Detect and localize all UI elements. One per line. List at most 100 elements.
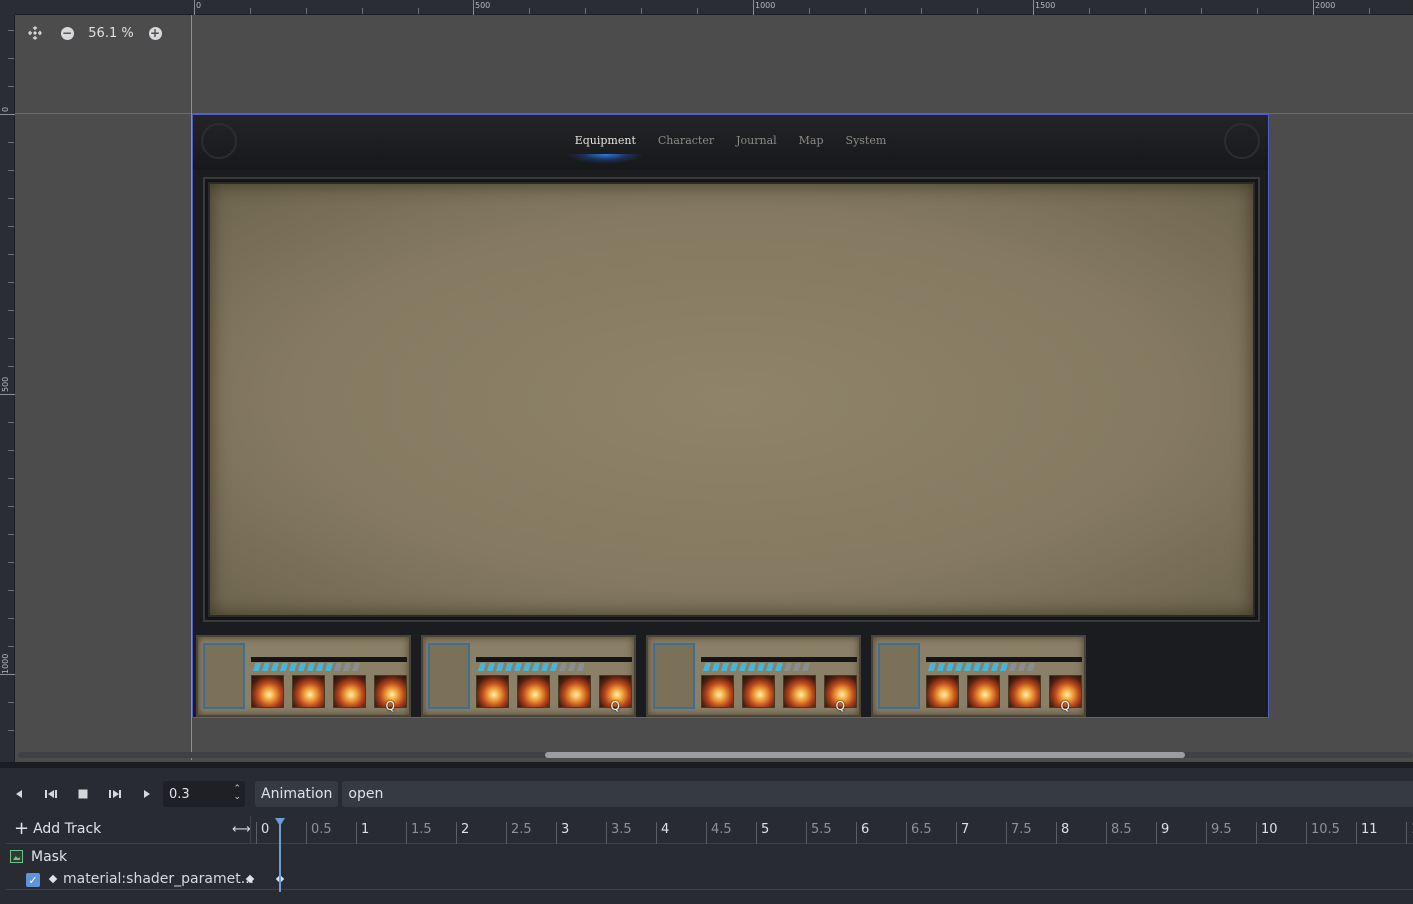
fireball-skill-icon[interactable] <box>926 675 959 708</box>
add-track-button[interactable]: + Add Track <box>14 818 102 839</box>
game-scene-preview[interactable]: Equipment Character Journal Map System Q… <box>192 114 1269 718</box>
ruler-tick <box>0 114 15 115</box>
fireball-skill-icon[interactable] <box>558 675 591 708</box>
party-card[interactable]: Q <box>421 635 636 717</box>
timeline-tick: 9 <box>1156 822 1169 844</box>
timeline-tick: 9.5 <box>1206 822 1232 844</box>
health-bar <box>926 657 1082 662</box>
time-spinbox[interactable]: 0.3 ⌃ ⌄ <box>163 781 245 807</box>
tab-character[interactable]: Character <box>658 134 714 147</box>
hotkey-label: Q <box>610 699 620 713</box>
timeline-tick: 1 <box>1406 822 1413 844</box>
ruler-tick <box>0 394 15 395</box>
portrait-slot[interactable] <box>653 643 695 709</box>
center-view-icon[interactable] <box>26 24 44 42</box>
animation-menu-button[interactable]: Animation <box>255 781 339 807</box>
play-from-start-button[interactable] <box>99 778 131 810</box>
portrait-slot[interactable] <box>203 643 245 709</box>
ruler-left[interactable]: 0 500 1000 <box>0 0 15 762</box>
tab-equipment[interactable]: Equipment <box>566 134 645 164</box>
play-backwards-button[interactable] <box>3 778 35 810</box>
playhead[interactable] <box>279 818 281 892</box>
play-backwards-from-end-icon <box>45 790 57 798</box>
play-from-start-icon <box>109 790 121 798</box>
expand-width-icon[interactable]: ⟷ <box>232 822 251 837</box>
portrait-slot[interactable] <box>878 643 920 709</box>
timeline-tick: 3 <box>556 822 569 844</box>
timeline-tick: 10.5 <box>1306 822 1340 844</box>
fireball-skill-icon[interactable] <box>517 675 550 708</box>
timeline-tick: 3.5 <box>606 822 632 844</box>
plus-icon: + <box>14 818 30 839</box>
canvas-viewport[interactable]: 0 500 1000 1500 2000 0 500 1000 − 56.1 %… <box>0 0 1413 762</box>
ruler-label: 500 <box>475 1 491 10</box>
play-backwards-from-end-button[interactable] <box>35 778 67 810</box>
tab-system[interactable]: System <box>846 134 887 147</box>
stop-button[interactable] <box>67 778 99 810</box>
fireball-skill-icon[interactable] <box>476 675 509 708</box>
party-card[interactable]: Q <box>871 635 1086 717</box>
ruler-tick <box>1313 0 1314 15</box>
portrait-slot[interactable] <box>428 643 470 709</box>
timeline-ruler[interactable]: 0 0.5 1 1.5 2 2.5 3 3.5 4 4.5 5 5.5 6 6.5 7 7.5 8 8.5 9 9.5… <box>250 816 1413 844</box>
resource-pips <box>703 663 810 671</box>
play-button[interactable] <box>131 778 163 810</box>
timeline-tick: 4.5 <box>706 822 732 844</box>
timeline-tick: 8.5 <box>1106 822 1132 844</box>
texture-rect-node-icon <box>10 850 23 863</box>
hotkey-label: Q <box>1060 699 1070 713</box>
ruler-top[interactable]: 0 500 1000 1500 2000 <box>0 0 1413 15</box>
spin-arrows-icon[interactable]: ⌃ ⌄ <box>233 785 241 802</box>
party-card[interactable]: Q <box>196 635 411 717</box>
hotkey-label: Q <box>385 699 395 713</box>
scrollbar-thumb[interactable] <box>545 752 1185 758</box>
timeline-tick: 6 <box>856 822 869 844</box>
tab-map[interactable]: Map <box>799 134 824 147</box>
fireball-skill-icon[interactable] <box>251 675 284 708</box>
ruler-label: 0 <box>196 1 202 10</box>
timeline-tick: 5.5 <box>806 822 832 844</box>
track-enabled-checkbox[interactable]: ✓ <box>26 873 40 887</box>
timeline-tick: 8 <box>1056 822 1069 844</box>
skill-slots <box>926 675 1082 708</box>
property-track-icon <box>48 874 58 884</box>
timeline-tick: 2 <box>456 822 469 844</box>
timeline-tick: 1 <box>356 822 369 844</box>
timeline-tick: 5 <box>756 822 769 844</box>
property-track[interactable]: ✓ material:shader_paramet... <box>6 868 1413 890</box>
zoom-in-button[interactable]: + <box>146 24 164 42</box>
timeline-tick: 4 <box>656 822 669 844</box>
horizontal-scrollbar[interactable] <box>18 752 1413 758</box>
timeline-tick: 7 <box>956 822 969 844</box>
ruler-label: 2000 <box>1315 1 1336 10</box>
fireball-skill-icon[interactable] <box>742 675 775 708</box>
play-backwards-icon <box>16 790 22 798</box>
track-group-mask[interactable]: Mask <box>6 846 1413 868</box>
fireball-skill-icon[interactable] <box>1008 675 1041 708</box>
fireball-skill-icon[interactable] <box>967 675 1000 708</box>
fireball-skill-icon[interactable] <box>333 675 366 708</box>
play-icon <box>144 790 150 798</box>
animation-select[interactable]: open <box>342 781 1413 807</box>
track-header: + Add Track ⟷ 0 0.5 1 1.5 2 2.5 3 3.5 4 4.5 5 5.5 6 6… <box>6 816 1413 844</box>
zoom-controls: − 56.1 % + <box>26 23 164 43</box>
tab-journal[interactable]: Journal <box>736 134 777 147</box>
time-value[interactable]: 0.3 <box>169 787 190 802</box>
ruler-corner <box>0 0 15 15</box>
skill-slots <box>701 675 857 708</box>
timeline-tick: 2.5 <box>506 822 532 844</box>
animation-panel: 0.3 ⌃ ⌄ Animation open + Add Track ⟷ 0 0.5… <box>0 762 1413 904</box>
fireball-skill-icon[interactable] <box>701 675 734 708</box>
fireball-skill-icon[interactable] <box>292 675 325 708</box>
ruler-label: 1000 <box>755 1 776 10</box>
timeline-tick: 1.5 <box>406 822 432 844</box>
zoom-out-button[interactable]: − <box>58 24 76 42</box>
fireball-skill-icon[interactable] <box>783 675 816 708</box>
zoom-level[interactable]: 56.1 % <box>76 26 146 41</box>
add-track-label: Add Track <box>33 821 102 837</box>
parchment-panel <box>210 184 1253 615</box>
timeline-tick: 0.5 <box>306 822 332 844</box>
party-card[interactable]: Q <box>646 635 861 717</box>
menu-top-bar: Equipment Character Journal Map System <box>193 115 1268 170</box>
ruler-tick <box>0 674 15 675</box>
